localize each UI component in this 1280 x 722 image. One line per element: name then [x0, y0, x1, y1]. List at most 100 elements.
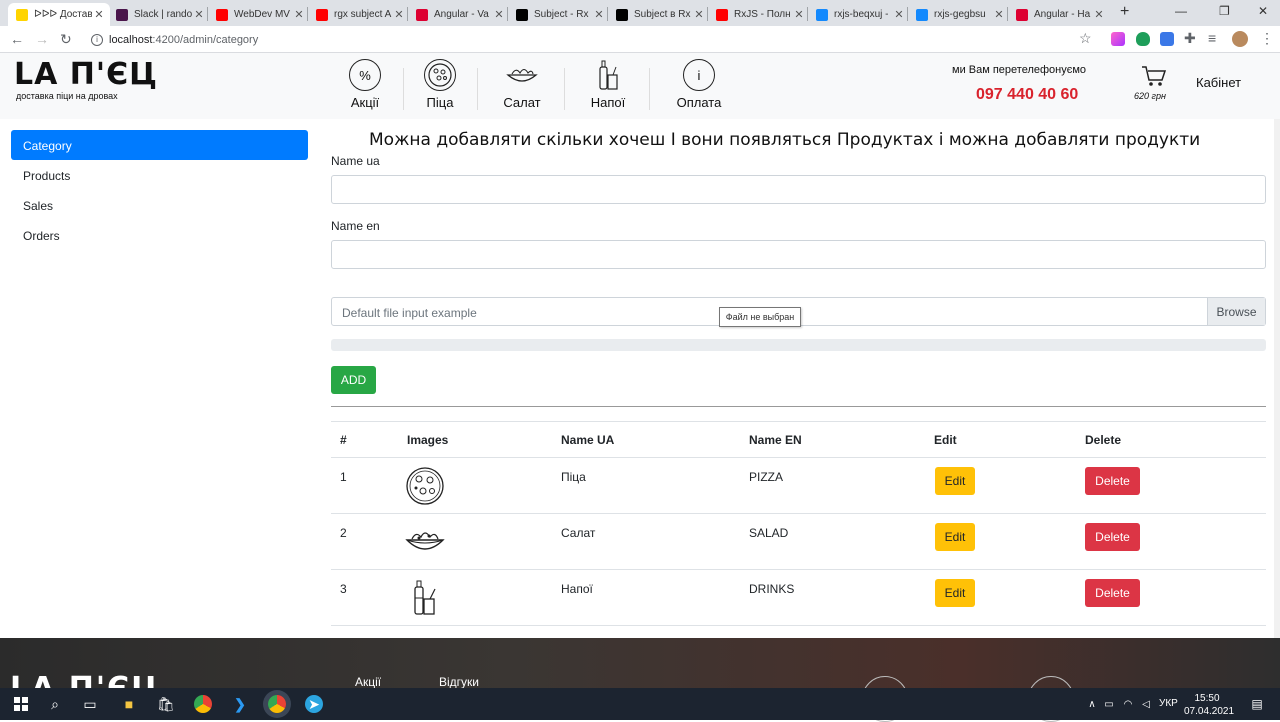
url-path: :4200/admin/category: [152, 33, 259, 46]
delete-button[interactable]: Delete: [1085, 579, 1140, 607]
file-explorer-icon[interactable]: ■: [120, 695, 138, 713]
info-icon[interactable]: i: [91, 33, 103, 46]
puzzle-icon[interactable]: ✚: [1184, 30, 1196, 47]
windows-taskbar: ⌕ ▭ ■ 🛍 ❯ ➤ ∧ ▭ ◠ ◁ УКР 15:50 07.04.2021…: [0, 688, 1280, 720]
browser-tab[interactable]: rxjs-gegbsu ✕: [908, 3, 1010, 26]
tab-title: Slack | rando: [134, 9, 192, 20]
maximize-icon[interactable]: ❐: [1219, 4, 1230, 18]
cart-icon[interactable]: [1134, 65, 1174, 92]
name-ua-cell: Салат: [561, 526, 596, 540]
sidebar-item-products[interactable]: Products: [11, 160, 308, 190]
stackblitz-icon: [916, 8, 928, 21]
cart-total: 620 грн: [1134, 91, 1166, 101]
site-footer: LA П'ЄЦ Акції Відгуки: [0, 638, 1280, 722]
logo[interactable]: LA П'ЄЦ: [14, 59, 158, 91]
close-icon[interactable]: ✕: [692, 8, 706, 21]
delete-button[interactable]: Delete: [1085, 523, 1140, 551]
vscode-icon[interactable]: ❯: [231, 695, 249, 713]
telegram-icon[interactable]: ➤: [305, 695, 323, 713]
logo-tagline: доставка піци на дровах: [16, 91, 118, 101]
chrome-icon[interactable]: [194, 695, 212, 713]
footer-link-reviews[interactable]: Відгуки: [439, 675, 479, 689]
salad-icon: [405, 522, 445, 562]
scrollbar[interactable]: [1274, 119, 1280, 638]
name-ua-input[interactable]: [331, 175, 1266, 204]
avatar[interactable]: [1232, 31, 1248, 47]
reload-icon[interactable]: ↻: [60, 31, 72, 48]
browser-tab[interactable]: Angular - Va ✕: [408, 3, 510, 26]
delete-button[interactable]: Delete: [1085, 467, 1140, 495]
browser-tab[interactable]: Subject в Rx ✕: [608, 3, 710, 26]
search-icon[interactable]: ⌕: [46, 695, 64, 713]
sidebar-item-sales[interactable]: Sales: [11, 190, 308, 220]
browser-tab[interactable]: ᐅᐅᐅ Достав ✕: [8, 3, 110, 26]
edit-button[interactable]: Edit: [935, 579, 975, 607]
shield-extension-icon[interactable]: [1136, 32, 1150, 46]
add-button[interactable]: ADD: [331, 366, 376, 394]
browser-tab[interactable]: rgx subject A ✕: [308, 3, 410, 26]
notification-icon[interactable]: ▤: [1248, 695, 1266, 713]
more-menu-icon[interactable]: ⋮: [1260, 30, 1274, 47]
close-icon[interactable]: ✕: [492, 8, 506, 21]
phone-number[interactable]: 097 440 40 60: [976, 86, 1078, 104]
close-icon[interactable]: ✕: [192, 8, 206, 21]
new-tab-button[interactable]: +: [1120, 3, 1129, 21]
clock[interactable]: 15:50 07.04.2021: [1184, 692, 1234, 718]
close-icon[interactable]: ✕: [892, 8, 906, 21]
wifi-icon[interactable]: ◠: [1119, 695, 1137, 713]
cabinet-link[interactable]: Кабінет: [1196, 75, 1241, 90]
menu-drinks[interactable]: Напої: [573, 59, 643, 110]
close-icon[interactable]: ✕: [992, 8, 1006, 21]
task-view-icon[interactable]: ▭: [81, 695, 99, 713]
reading-list-icon[interactable]: ≡: [1208, 30, 1216, 46]
admin-sidebar: Category Products Sales Orders: [11, 130, 308, 250]
name-en-input[interactable]: [331, 240, 1266, 269]
close-icon[interactable]: ✕: [1092, 8, 1106, 21]
close-icon[interactable]: ✕: [392, 8, 406, 21]
url-field[interactable]: i localhost:4200/admin/category: [83, 28, 1103, 51]
menu-label: Салат: [503, 95, 541, 110]
tab-separator: [707, 7, 708, 21]
col-header-images: Images: [407, 433, 449, 447]
close-icon[interactable]: ✕: [592, 8, 606, 21]
edit-button[interactable]: Edit: [935, 523, 975, 551]
extension-icon[interactable]: [1160, 32, 1174, 46]
bookmark-star-icon[interactable]: ☆: [1079, 30, 1092, 47]
name-ua-cell: Напої: [561, 582, 593, 596]
browser-tab[interactable]: Angular - Ha ✕: [1008, 3, 1110, 26]
extension-icon[interactable]: [1111, 32, 1125, 46]
windows-start-icon[interactable]: [12, 695, 30, 713]
menu-pizza[interactable]: Піца: [405, 59, 475, 110]
browser-tab[interactable]: Subject - Rx ✕: [508, 3, 610, 26]
close-icon[interactable]: ✕: [292, 8, 306, 21]
tab-title: rxjs-beqxuj -: [834, 9, 889, 20]
close-icon[interactable]: ✕: [792, 8, 806, 21]
drinks-icon: [405, 578, 445, 618]
forward-icon[interactable]: →: [35, 31, 49, 47]
chrome-icon[interactable]: [268, 695, 286, 713]
menu-salad[interactable]: Салат: [487, 59, 557, 110]
close-icon[interactable]: ✕: [92, 8, 106, 21]
menu-promotions[interactable]: % Акції: [330, 59, 400, 110]
store-icon[interactable]: 🛍: [157, 695, 175, 713]
volume-icon[interactable]: ◁: [1137, 695, 1155, 713]
name-ua-label: Name ua: [331, 154, 380, 168]
browser-tab[interactable]: RxJS - Полн ✕: [708, 3, 810, 26]
footer-link-promotions[interactable]: Акції: [355, 675, 381, 689]
browser-tab[interactable]: Slack | rando ✕: [108, 3, 210, 26]
minimize-icon[interactable]: —: [1175, 4, 1187, 18]
edit-button[interactable]: Edit: [935, 467, 975, 495]
sidebar-item-category[interactable]: Category: [11, 130, 308, 160]
language-indicator[interactable]: УКР: [1159, 698, 1178, 709]
chevron-up-icon[interactable]: ∧: [1083, 695, 1101, 713]
back-icon[interactable]: ←: [10, 31, 24, 47]
browse-button[interactable]: Browse: [1207, 298, 1265, 325]
row-number: 3: [340, 582, 347, 596]
browser-tab[interactable]: rxjs-beqxuj - ✕: [808, 3, 910, 26]
battery-icon[interactable]: ▭: [1100, 695, 1118, 713]
menu-payment[interactable]: i Оплата: [664, 59, 734, 110]
footer-logo[interactable]: LA П'ЄЦ: [10, 674, 161, 688]
close-window-icon[interactable]: ✕: [1258, 4, 1268, 18]
sidebar-item-orders[interactable]: Orders: [11, 220, 308, 250]
browser-tab[interactable]: WebDev MV ✕: [208, 3, 310, 26]
